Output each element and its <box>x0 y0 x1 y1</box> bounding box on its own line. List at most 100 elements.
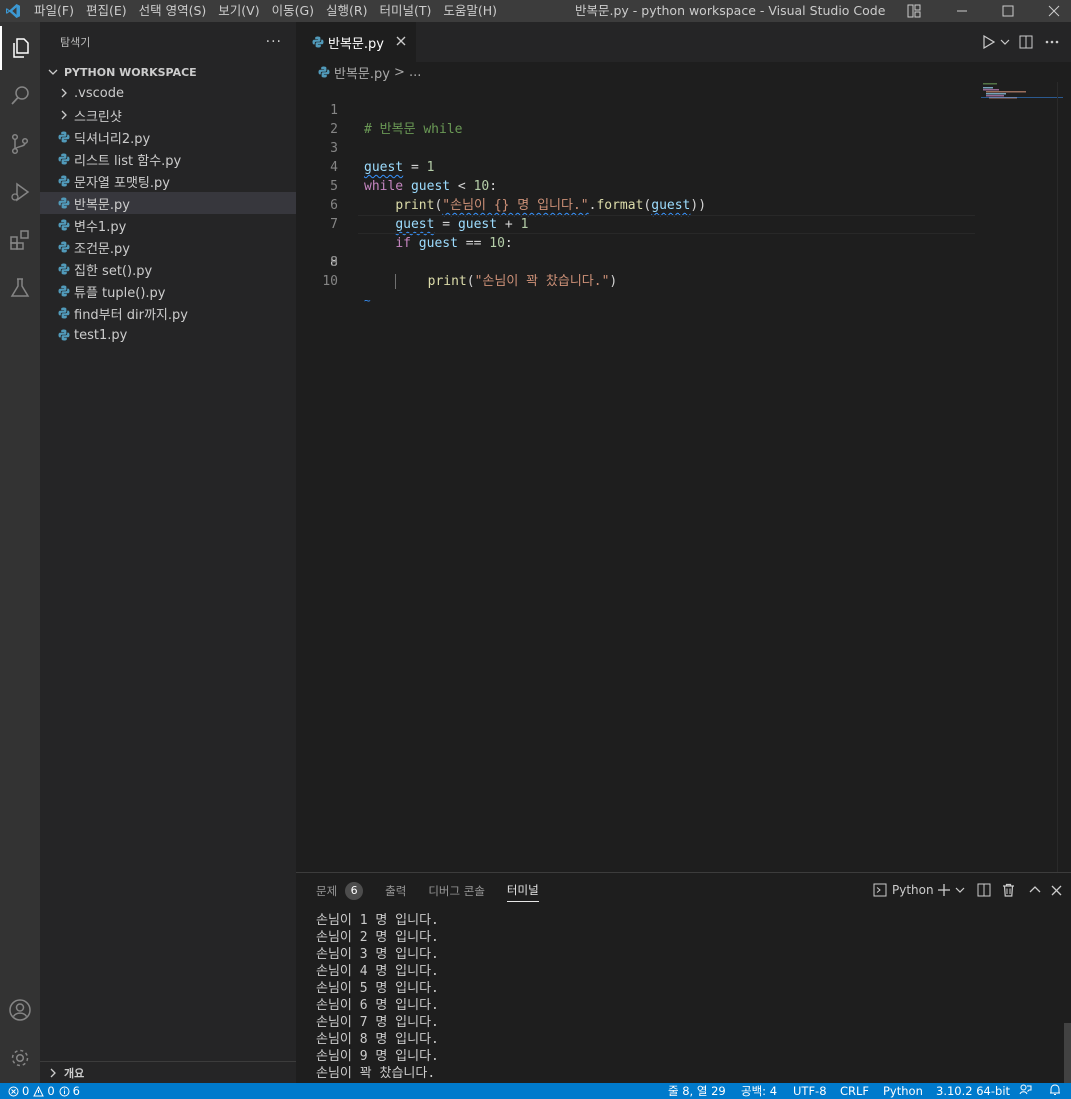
run-debug-icon[interactable] <box>0 170 40 214</box>
code-line: 3 guest = 1 <box>296 120 976 175</box>
workspace-header[interactable]: PYTHON WORKSPACE <box>40 62 296 82</box>
split-editor-icon[interactable] <box>1018 34 1034 50</box>
testing-flask-icon[interactable] <box>0 266 40 310</box>
tree-file[interactable]: find부터 dir까지.py <box>40 302 296 324</box>
maximize-panel-chevron-up-icon[interactable] <box>1029 882 1041 898</box>
code-line: 9 <box>296 234 976 270</box>
terminal-line: 손님이 3 명 입니다. <box>316 947 439 962</box>
cursor-position[interactable]: 줄 8, 열 29 <box>668 1083 726 1099</box>
feedback-icon[interactable] <box>1019 1083 1032 1096</box>
terminal-scrollbar[interactable] <box>1064 1023 1071 1083</box>
editor-more-actions-icon[interactable] <box>1044 34 1060 50</box>
minimap[interactable] <box>981 82 1063 122</box>
tree-file[interactable]: 리스트 list 함수.py <box>40 148 296 170</box>
chevron-right-icon <box>56 85 72 101</box>
minimize-icon[interactable] <box>942 0 982 22</box>
close-tab-icon[interactable] <box>396 34 406 50</box>
breadcrumb-file[interactable]: 반복문.py <box>334 63 390 82</box>
menu-go[interactable]: 이동(G) <box>266 0 320 22</box>
language-mode[interactable]: Python <box>883 1083 923 1099</box>
menu-selection[interactable]: 선택 영역(S) <box>133 0 213 22</box>
new-terminal-plus-icon[interactable] <box>937 882 951 898</box>
explorer-icon[interactable] <box>0 26 40 70</box>
close-window-icon[interactable] <box>1034 0 1071 22</box>
tab-output[interactable]: 출력 <box>385 873 406 908</box>
breadcrumb: 반복문.py > ... <box>296 62 1071 82</box>
terminal-line: 손님이 5 명 입니다. <box>316 981 439 996</box>
menu-view[interactable]: 보기(V) <box>212 0 265 22</box>
python-file-icon <box>56 283 72 299</box>
tree-file[interactable]: 조건문.py <box>40 236 296 258</box>
breadcrumb-rest[interactable]: > ... <box>394 65 421 80</box>
extensions-icon[interactable] <box>0 218 40 262</box>
tree-item-label: 튜플 tuple().py <box>74 285 166 301</box>
editor-scrollbar[interactable] <box>1057 82 1071 872</box>
terminal-line: 손님이 꽉 찼습니다. <box>316 1066 436 1081</box>
source-control-icon[interactable] <box>0 122 40 166</box>
tree-item-label: 문자열 포맷팅.py <box>74 175 170 191</box>
code-string: "손님이 꽉 찼습니다." <box>474 274 610 289</box>
sidebar-title: 탐색기 <box>60 36 91 49</box>
tree-folder-screenshots[interactable]: 스크린샷 <box>40 104 296 126</box>
outline-label: 개요 <box>64 1066 85 1080</box>
menu-edit[interactable]: 편집(E) <box>80 0 133 22</box>
terminal-output[interactable]: 손님이 1 명 입니다. 손님이 2 명 입니다. 손님이 3 명 입니다. 손… <box>316 912 439 1082</box>
tree-file[interactable]: 문자열 포맷팅.py <box>40 170 296 192</box>
new-terminal-dropdown-icon[interactable] <box>955 882 965 898</box>
code-punct: ) <box>609 274 618 289</box>
title-bar: 파일(F) 편집(E) 선택 영역(S) 보기(V) 이동(G) 실행(R) 터… <box>0 0 1071 22</box>
line-ending[interactable]: CRLF <box>840 1083 869 1099</box>
menu-run[interactable]: 실행(R) <box>320 0 373 22</box>
code-function: print <box>427 274 467 289</box>
more-actions-icon[interactable]: ··· <box>266 34 282 50</box>
menu-terminal[interactable]: 터미널(T) <box>374 0 438 22</box>
code-editor[interactable]: 1 # 반복문 while 2 3 guest = 1 4 while gues… <box>296 82 1071 872</box>
accounts-icon[interactable] <box>0 988 40 1032</box>
settings-gear-icon[interactable] <box>0 1036 40 1080</box>
split-terminal-icon[interactable] <box>977 882 991 898</box>
tree-file[interactable]: 튜플 tuple().py <box>40 280 296 302</box>
tree-file[interactable]: 집한 set().py <box>40 258 296 280</box>
kill-terminal-trash-icon[interactable] <box>1002 882 1015 898</box>
python-file-icon <box>56 217 72 233</box>
window-title: 반복문.py - python workspace - Visual Studi… <box>575 3 886 18</box>
terminal-line: 손님이 6 명 입니다. <box>316 998 439 1013</box>
tree-file[interactable]: 변수1.py <box>40 214 296 236</box>
status-bar: 0 0 6 줄 8, 열 29 공백: 4 UTF-8 CRLF Python … <box>0 1083 1071 1099</box>
tab-terminal[interactable]: 터미널 <box>506 880 539 902</box>
notifications-bell-icon[interactable] <box>1049 1083 1061 1096</box>
tab-problems[interactable]: 문제 6 <box>316 873 364 908</box>
search-icon[interactable] <box>0 74 40 118</box>
tree-item-label: 스크린샷 <box>74 109 122 125</box>
code-line: 7 if guest == 10: <box>296 196 976 251</box>
close-panel-icon[interactable] <box>1051 882 1062 898</box>
tree-file[interactable]: 딕셔너리2.py <box>40 126 296 148</box>
outline-section-header[interactable]: 개요 <box>40 1061 296 1083</box>
tree-item-label: 조건문.py <box>74 241 130 257</box>
tab-active-file[interactable]: 반복문.py <box>296 22 416 62</box>
terminal-profile-label: Python <box>892 883 934 897</box>
tree-folder-vscode[interactable]: .vscode <box>40 82 296 104</box>
tab-debug-console[interactable]: 디버그 콘솔 <box>428 873 485 908</box>
layout-toggle-icon[interactable] <box>894 0 934 22</box>
chevron-right-icon <box>46 1068 60 1078</box>
tree-item-label: 집한 set().py <box>74 263 153 279</box>
encoding[interactable]: UTF-8 <box>793 1083 827 1099</box>
tree-file[interactable]: test1.py <box>40 324 296 346</box>
menu-help[interactable]: 도움말(H) <box>437 0 503 22</box>
python-interpreter[interactable]: 3.10.2 64-bit <box>936 1083 1010 1099</box>
run-dropdown-chevron-icon[interactable] <box>999 34 1011 50</box>
menu-file[interactable]: 파일(F) <box>28 0 80 22</box>
tree-file-selected[interactable]: 반복문.py <box>40 192 296 214</box>
terminal-profile[interactable]: Python <box>873 882 934 898</box>
tree-item-label: find부터 dir까지.py <box>74 307 188 323</box>
sidebar-header: 탐색기 ··· <box>40 22 296 62</box>
maximize-icon[interactable] <box>988 0 1028 22</box>
terminal-line: 손님이 7 명 입니다. <box>316 1015 439 1030</box>
terminal-line: 손님이 9 명 입니다. <box>316 1049 439 1064</box>
problems-status[interactable]: 0 0 6 <box>8 1083 80 1099</box>
run-python-file-icon[interactable] <box>982 34 996 50</box>
tree-item-label: test1.py <box>74 327 128 343</box>
indentation[interactable]: 공백: 4 <box>741 1083 777 1099</box>
current-line-highlight <box>358 215 975 234</box>
